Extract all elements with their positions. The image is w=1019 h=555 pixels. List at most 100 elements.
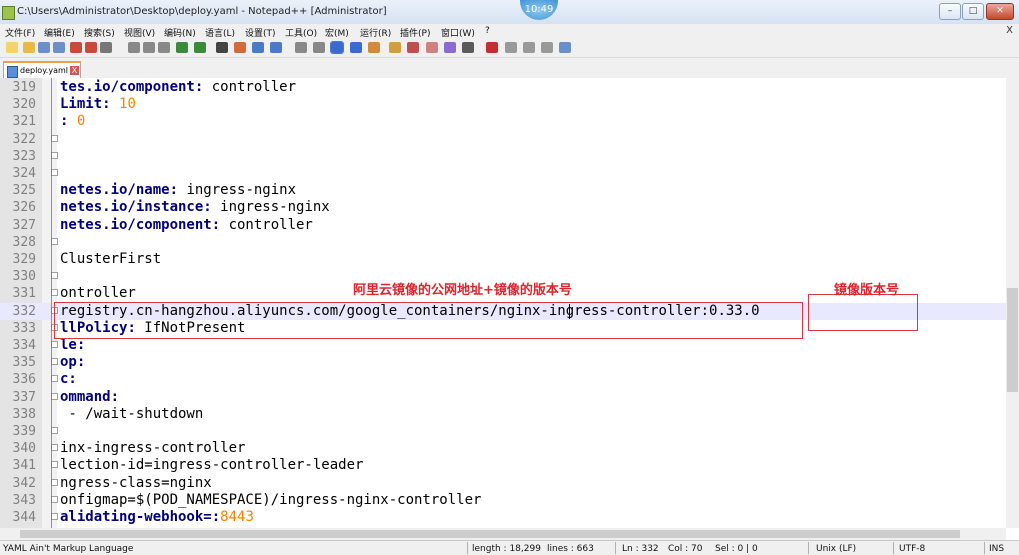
line-number[interactable]: 337 [0,389,36,406]
map-icon[interactable] [407,42,420,53]
fold-marker-icon[interactable] [51,358,58,366]
menu-macro[interactable]: 宏(M) [325,26,349,39]
paste-icon[interactable] [158,42,170,53]
redo-icon[interactable] [194,42,207,53]
replace-icon[interactable] [234,42,246,53]
code-text[interactable]: op: [60,354,85,371]
line-number[interactable]: 321 [0,113,36,130]
fold-marker-icon[interactable] [51,513,58,520]
play-multi-icon[interactable] [541,42,554,53]
code-line[interactable]: 319 tes.io/component: controller [0,79,1006,96]
fold-marker-icon[interactable] [51,392,58,400]
monitor-icon[interactable] [462,42,474,53]
copy-icon[interactable] [142,42,155,53]
menu-window[interactable]: 窗口(W) [441,26,475,39]
line-number[interactable]: 319 [0,79,36,96]
code-line[interactable]: 321 : 0 [0,113,1006,130]
menu-file[interactable]: 文件(F) [5,26,35,39]
fold-marker-icon[interactable] [51,495,58,503]
code-text[interactable]: tes.io/component: controller [60,79,296,96]
undo-icon[interactable] [176,42,189,53]
line-number[interactable]: 341 [0,457,36,474]
fold-marker-icon[interactable] [51,151,58,159]
line-number[interactable]: 329 [0,251,36,268]
code-text[interactable]: netes.io/name: ingress-nginx [60,182,296,199]
fold-marker-icon[interactable] [51,461,58,469]
code-text[interactable]: netes.io/component: controller [60,217,313,234]
stop-macro-icon[interactable] [504,42,517,53]
cut-icon[interactable] [127,42,140,53]
code-text[interactable]: ommand: [60,389,119,406]
menu-help[interactable]: ? [485,26,490,36]
code-line[interactable]: 329 ClusterFirst [0,251,1006,268]
code-line[interactable]: 341 lection-id=ingress-controller-leader [0,457,1006,474]
fold-marker-icon[interactable] [51,478,58,486]
code-text[interactable]: : 0 [60,113,85,130]
menu-settings[interactable]: 设置(T) [245,26,276,39]
code-line[interactable]: 337 ommand: [0,389,1006,406]
zoom-in-icon[interactable] [252,42,265,53]
open-file-icon[interactable] [22,42,35,53]
close-button[interactable]: ✕ [986,3,1014,20]
find-icon[interactable] [215,42,228,53]
wrap-icon[interactable] [330,41,345,54]
code-line[interactable]: 343 onfigmap=$(POD_NAMESPACE)/ingress-ngi… [0,492,1006,509]
horizontal-scrollbar[interactable] [0,528,1006,540]
code-line[interactable]: 323 [0,148,1006,165]
play-macro-icon[interactable] [522,42,535,53]
all-chars-icon[interactable] [349,42,362,53]
print-icon[interactable] [100,42,113,53]
line-number[interactable]: 340 [0,440,36,457]
vertical-scroll-thumb[interactable] [1007,288,1018,392]
line-number[interactable]: 335 [0,354,36,371]
fold-marker-icon[interactable] [51,134,58,142]
sync-v-icon[interactable] [294,42,307,53]
line-number[interactable]: 342 [0,475,36,492]
code-line[interactable]: 326 netes.io/instance: ingress-nginx [0,199,1006,216]
line-number[interactable]: 328 [0,234,36,251]
menu-plugins[interactable]: 插件(P) [400,26,430,39]
line-number[interactable]: 336 [0,371,36,388]
line-number[interactable]: 332 [0,303,36,320]
indent-guide-icon[interactable] [367,42,380,53]
code-text[interactable]: onfigmap=$(POD_NAMESPACE)/ingress-nginx-… [60,492,481,509]
fold-marker-icon[interactable] [51,341,58,348]
line-number[interactable]: 334 [0,337,36,354]
menu-language[interactable]: 语言(L) [205,26,235,39]
close-icon[interactable] [69,42,82,53]
function-list-icon[interactable] [425,42,438,53]
maximize-button[interactable]: □ [962,3,984,20]
new-file-icon[interactable] [6,42,18,53]
code-line[interactable]: 344 alidating-webhook=:8443 [0,509,1006,526]
save-all-icon[interactable] [53,42,66,53]
folder-workspace-icon[interactable] [443,42,456,53]
fold-marker-icon[interactable] [51,375,58,383]
line-number[interactable]: 333 [0,320,36,337]
code-line[interactable]: 342 ngress-class=nginx [0,475,1006,492]
code-line[interactable]: 320 Limit: 10 [0,96,1006,113]
code-line[interactable]: 335 op: [0,354,1006,371]
code-line[interactable]: 322 [0,131,1006,148]
line-number[interactable]: 338 [0,406,36,423]
menu-tools[interactable]: 工具(O) [285,26,317,39]
close-document-icon[interactable]: X [1006,25,1013,36]
tab-close-icon[interactable]: X [70,66,79,75]
code-line[interactable]: 325 netes.io/name: ingress-nginx [0,182,1006,199]
code-text[interactable]: c: [60,371,77,388]
line-number[interactable]: 326 [0,199,36,216]
close-all-icon[interactable] [85,42,98,53]
menu-run[interactable]: 运行(R) [360,26,391,39]
menu-edit[interactable]: 编辑(E) [44,26,75,39]
line-number[interactable]: 324 [0,165,36,182]
code-text[interactable]: le: [60,337,85,354]
fold-marker-icon[interactable] [51,444,58,452]
line-number[interactable]: 339 [0,423,36,440]
code-text[interactable]: ClusterFirst [60,251,161,268]
fold-marker-icon[interactable] [51,289,58,297]
code-text[interactable]: lection-id=ingress-controller-leader [60,457,363,474]
sync-h-icon[interactable] [313,42,326,53]
line-number[interactable]: 343 [0,492,36,509]
code-line[interactable]: 338 - /wait-shutdown [0,406,1006,423]
code-text[interactable]: ontroller [60,285,136,302]
line-number[interactable]: 322 [0,131,36,148]
